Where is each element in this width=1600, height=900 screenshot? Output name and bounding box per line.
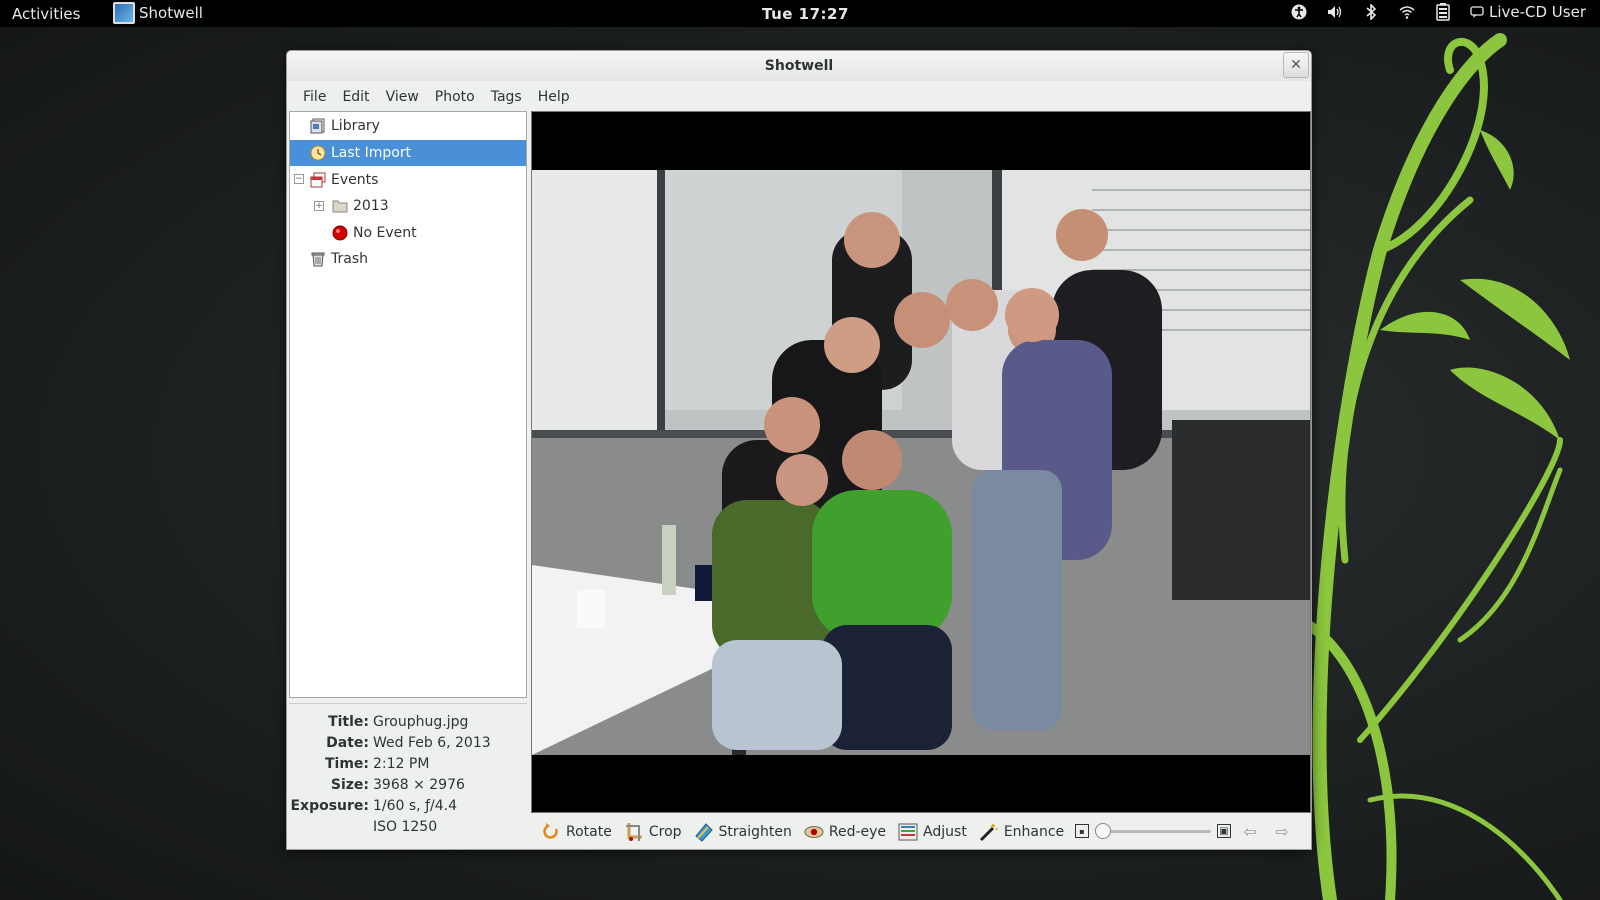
red-eye-label: Red-eye — [828, 824, 887, 840]
zoom-out-icon[interactable]: ▪ — [1075, 824, 1089, 838]
clock[interactable]: Tue 17:27 — [762, 5, 849, 23]
adjust-label: Adjust — [923, 824, 967, 840]
info-time-label: Time: — [324, 756, 369, 772]
menu-file[interactable]: File — [295, 86, 334, 108]
app-menu-label: Shotwell — [139, 4, 203, 22]
sidebar-item-no-event[interactable]: No Event — [332, 220, 417, 246]
menu-bar: File Edit View Photo Tags Help — [287, 83, 578, 111]
info-date-label: Date: — [326, 735, 369, 751]
photo-viewer[interactable] — [531, 111, 1311, 813]
year-expand-toggle[interactable]: + — [314, 201, 324, 211]
rotate-button[interactable]: Rotate — [541, 817, 612, 847]
menu-edit[interactable]: Edit — [334, 86, 377, 108]
user-menu[interactable]: Live-CD User — [1470, 3, 1586, 21]
info-exposure-value: 1/60 s, ƒ/4.4 — [373, 798, 457, 814]
sidebar-item-label: Events — [331, 172, 379, 188]
straighten-button[interactable]: Straighten — [694, 817, 792, 847]
adjust-button[interactable]: Adjust — [898, 817, 967, 847]
app-menu[interactable]: Shotwell — [113, 2, 203, 24]
red-eye-button[interactable]: Red-eye — [804, 817, 886, 847]
last-import-icon — [310, 145, 326, 161]
user-name: Live-CD User — [1488, 3, 1586, 21]
accessibility-icon[interactable] — [1290, 2, 1308, 22]
info-time-value: 2:12 PM — [373, 756, 430, 772]
straighten-label: Straighten — [718, 824, 792, 840]
sidebar: Library Last Import − Events + 2013 No E… — [289, 111, 527, 698]
chat-status-icon — [1470, 6, 1484, 18]
events-collapse-toggle[interactable]: − — [294, 174, 304, 184]
enhance-wand-icon — [979, 822, 999, 842]
info-exposure-label: Exposure: — [290, 798, 369, 814]
info-date-value: Wed Feb 6, 2013 — [373, 735, 491, 751]
zoom-in-icon[interactable]: ▣ — [1217, 824, 1231, 838]
window-titlebar[interactable]: Shotwell ✕ — [287, 51, 1311, 81]
top-bar: Activities Shotwell Tue 17:27 Live-CD Us… — [0, 0, 1600, 27]
zoom-slider[interactable] — [1095, 823, 1211, 839]
sidebar-item-events[interactable]: Events — [310, 167, 378, 193]
photo-info-panel: Title: Grouphug.jpg Date: Wed Feb 6, 201… — [289, 703, 527, 851]
sidebar-item-library[interactable]: Library — [310, 113, 380, 139]
crop-icon — [624, 822, 644, 842]
red-eye-icon — [804, 822, 824, 842]
crop-button[interactable]: Crop — [624, 817, 682, 847]
enhance-label: Enhance — [1003, 824, 1065, 840]
window-title: Shotwell — [764, 58, 834, 74]
info-title-value: Grouphug.jpg — [373, 714, 469, 730]
edit-toolbar: Rotate Crop Straighten Red-eye Adjust En… — [531, 813, 1311, 851]
rotate-label: Rotate — [566, 824, 612, 840]
status-area: Live-CD User — [1290, 2, 1586, 22]
adjust-icon — [898, 822, 918, 842]
events-icon — [310, 172, 326, 188]
rotate-icon — [541, 822, 561, 842]
next-photo-icon[interactable]: ⇨ — [1269, 821, 1295, 841]
shotwell-window: Shotwell ✕ File Edit View Photo Tags Hel… — [286, 50, 1312, 850]
close-button[interactable]: ✕ — [1283, 52, 1309, 78]
menu-help[interactable]: Help — [530, 86, 578, 108]
sidebar-item-label: Library — [331, 118, 380, 134]
battery-icon[interactable] — [1434, 2, 1452, 22]
library-icon — [310, 118, 326, 134]
info-title-label: Title: — [328, 714, 369, 730]
wifi-icon[interactable] — [1398, 2, 1416, 22]
menu-view[interactable]: View — [378, 86, 427, 108]
menu-tags[interactable]: Tags — [483, 86, 530, 108]
sidebar-item-label: Last Import — [331, 145, 412, 161]
folder-icon — [332, 198, 348, 214]
zoom-slider-handle[interactable] — [1095, 823, 1111, 839]
volume-icon[interactable] — [1326, 2, 1344, 22]
trash-icon — [310, 251, 326, 267]
bluetooth-icon[interactable] — [1362, 2, 1380, 22]
menu-photo[interactable]: Photo — [427, 86, 483, 108]
previous-photo-icon[interactable]: ⇦ — [1237, 821, 1263, 841]
sidebar-item-label: 2013 — [353, 198, 389, 214]
shotwell-app-icon — [113, 2, 135, 24]
crop-label: Crop — [648, 824, 682, 840]
sidebar-item-trash[interactable]: Trash — [310, 246, 368, 272]
no-event-icon — [332, 225, 348, 241]
sidebar-item-last-import[interactable]: Last Import — [290, 140, 526, 166]
zoom-slider-track — [1095, 830, 1211, 833]
group-photo — [532, 170, 1310, 755]
info-size-value: 3968 × 2976 — [373, 777, 465, 793]
sidebar-item-label: Trash — [331, 251, 368, 267]
info-iso-value: ISO 1250 — [373, 819, 438, 835]
sidebar-item-label: No Event — [353, 225, 417, 241]
activities-button[interactable]: Activities — [12, 5, 80, 23]
close-icon: ✕ — [1290, 57, 1302, 73]
info-size-label: Size: — [330, 777, 369, 793]
enhance-button[interactable]: Enhance — [979, 817, 1064, 847]
straighten-icon — [694, 822, 714, 842]
sidebar-item-2013[interactable]: 2013 — [332, 193, 389, 219]
zoom-controls: ▪ ▣ ⇦ ⇨ — [1075, 821, 1295, 841]
